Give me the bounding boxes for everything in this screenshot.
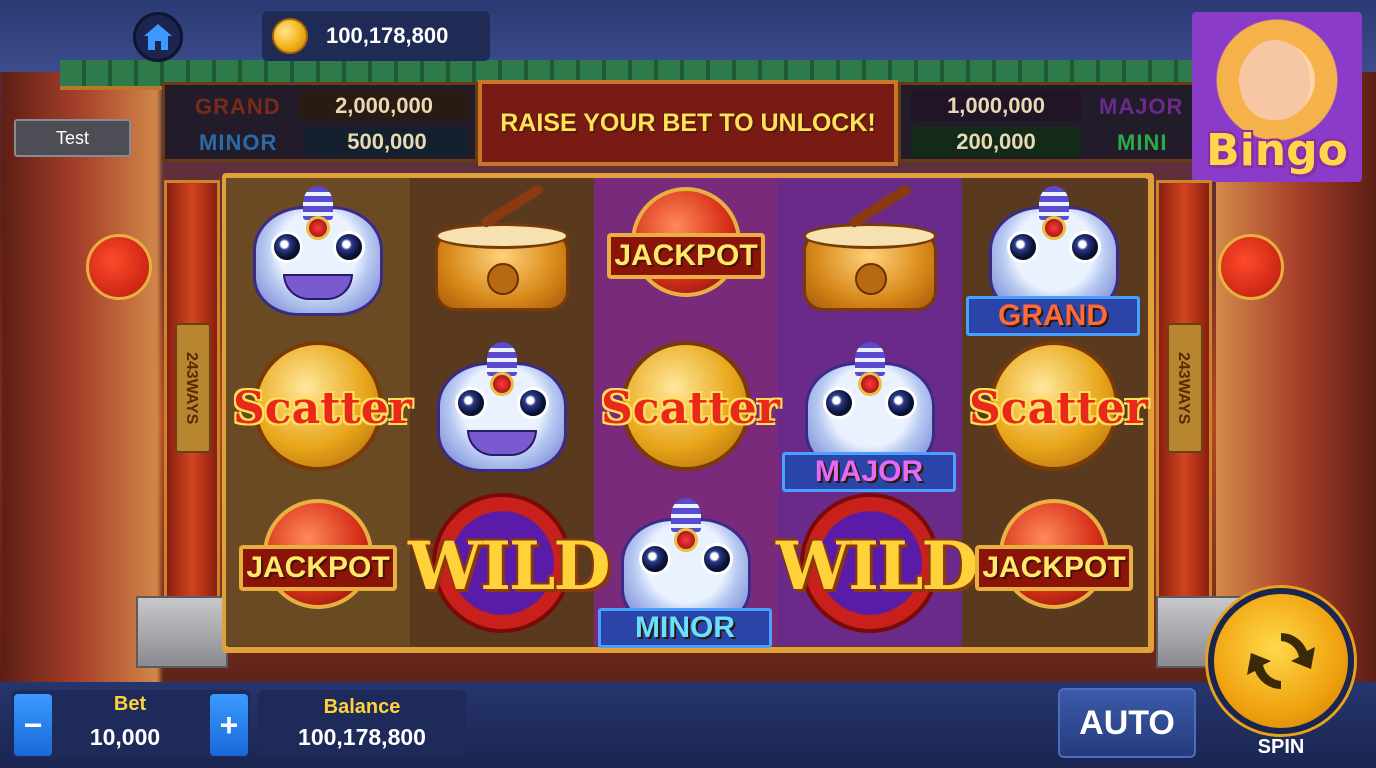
grand-tag-label: GRAND <box>966 296 1140 336</box>
reel-cell-lion-minor: MINOR <box>594 490 778 648</box>
jackpot-grand-label: GRAND <box>195 94 281 119</box>
jackpot-major-value: 1,000,000 <box>911 91 1081 121</box>
reel-cell-scatter: Scatter <box>962 334 1148 490</box>
reel-grid: JACKPOT GRAND Scatter Scatter MAJOR Scat… <box>226 178 1148 648</box>
spin-arrows-icon <box>1247 633 1315 689</box>
jackpot-panel-left: GRAND 2,000,000 MINOR 500,000 <box>162 82 478 162</box>
scatter-symbol-label: Scatter <box>233 383 412 434</box>
coin-icon <box>272 18 308 54</box>
scatter-symbol-label: Scatter <box>601 383 780 434</box>
minor-tag-label: MINOR <box>598 608 772 648</box>
test-button[interactable]: Test <box>14 119 131 157</box>
jackpot-symbol-icon: JACKPOT <box>601 181 771 331</box>
scatter-symbol-icon: Scatter <box>601 337 780 487</box>
ways-label-left: 243WAYS <box>175 323 211 453</box>
raise-bet-text: RAISE YOUR BET TO UNLOCK! <box>500 108 876 137</box>
jackpot-symbol-label: JACKPOT <box>614 239 758 272</box>
lion-symbol-icon <box>243 186 393 326</box>
auto-spin-button[interactable]: AUTO <box>1058 688 1196 758</box>
coin-balance-display: 100,178,800 <box>262 11 490 61</box>
balance-label: Balance <box>323 696 401 718</box>
jackpot-major-label: MAJOR <box>1099 94 1184 119</box>
bet-increase-button[interactable]: + <box>210 694 248 756</box>
wild-symbol-icon: WILD <box>408 493 611 643</box>
reel-cell-lion-major: MAJOR <box>778 334 962 492</box>
reel-cell-lion <box>410 334 594 490</box>
major-tag-label: MAJOR <box>782 452 956 492</box>
lantern-right-icon <box>1218 234 1284 300</box>
scatter-symbol-icon: Scatter <box>969 337 1148 487</box>
reel-cell-jackpot: JACKPOT <box>226 490 410 646</box>
reel-cell-wild: WILD <box>776 490 979 646</box>
bet-value: 10,000 <box>89 724 161 750</box>
wild-symbol-label: WILD <box>408 527 611 605</box>
reel-cell-jackpot: JACKPOT <box>962 490 1146 646</box>
bingo-promo-text: Bingo <box>1206 125 1348 176</box>
reel-cell-scatter: Scatter <box>594 334 780 490</box>
jackpot-symbol-label: JACKPOT <box>982 551 1126 584</box>
raise-bet-banner: RAISE YOUR BET TO UNLOCK! <box>478 80 898 166</box>
jackpot-symbol-label: JACKPOT <box>246 551 390 584</box>
scatter-symbol-icon: Scatter <box>233 337 412 487</box>
reel-cell-drum <box>778 178 962 334</box>
lantern-left-icon <box>86 234 152 300</box>
pillar-left: 243WAYS <box>164 180 220 600</box>
pedestal-left <box>136 596 228 668</box>
coin-balance-value: 100,178,800 <box>326 23 449 48</box>
reel-cell-jackpot: JACKPOT <box>594 178 778 334</box>
bet-label: Bet <box>113 693 147 715</box>
ways-label-right: 243WAYS <box>1167 323 1203 453</box>
scatter-symbol-label: Scatter <box>969 383 1148 434</box>
bingo-character-image <box>1240 40 1310 120</box>
home-button[interactable] <box>133 12 183 62</box>
jackpot-mini-label: MINI <box>1117 130 1168 155</box>
jackpot-symbol-icon: JACKPOT <box>969 493 1139 643</box>
home-icon <box>144 24 172 50</box>
jackpot-grand-value: 2,000,000 <box>299 91 469 121</box>
jackpot-symbol-icon: JACKPOT <box>233 493 403 643</box>
jackpot-minor-value: 500,000 <box>305 127 469 157</box>
bet-decrease-button[interactable]: − <box>14 694 52 756</box>
wild-symbol-label: WILD <box>776 527 979 605</box>
jackpot-mini-value: 200,000 <box>911 127 1081 157</box>
spin-label: SPIN <box>1257 736 1305 758</box>
reel-cell-wild: WILD <box>408 490 611 646</box>
balance-value: 100,178,800 <box>298 724 426 750</box>
reel-cell-drum <box>410 178 594 334</box>
reel-cell-lion-grand: GRAND <box>962 178 1146 336</box>
lion-symbol-icon <box>427 342 577 482</box>
jackpot-panel-right: 1,000,000 MAJOR 200,000 MINI <box>898 82 1196 162</box>
drum-symbol-icon <box>795 183 945 311</box>
pillar-right: 243WAYS <box>1156 180 1212 600</box>
bingo-promo-thumbnail[interactable]: Bingo <box>1192 12 1362 182</box>
spin-button[interactable] <box>1208 588 1354 734</box>
jackpot-minor-label: MINOR <box>199 130 278 155</box>
reel-cell-lion <box>226 178 410 334</box>
drum-symbol-icon <box>427 183 577 311</box>
reel-cell-scatter: Scatter <box>226 334 412 490</box>
wild-symbol-icon: WILD <box>776 493 979 643</box>
